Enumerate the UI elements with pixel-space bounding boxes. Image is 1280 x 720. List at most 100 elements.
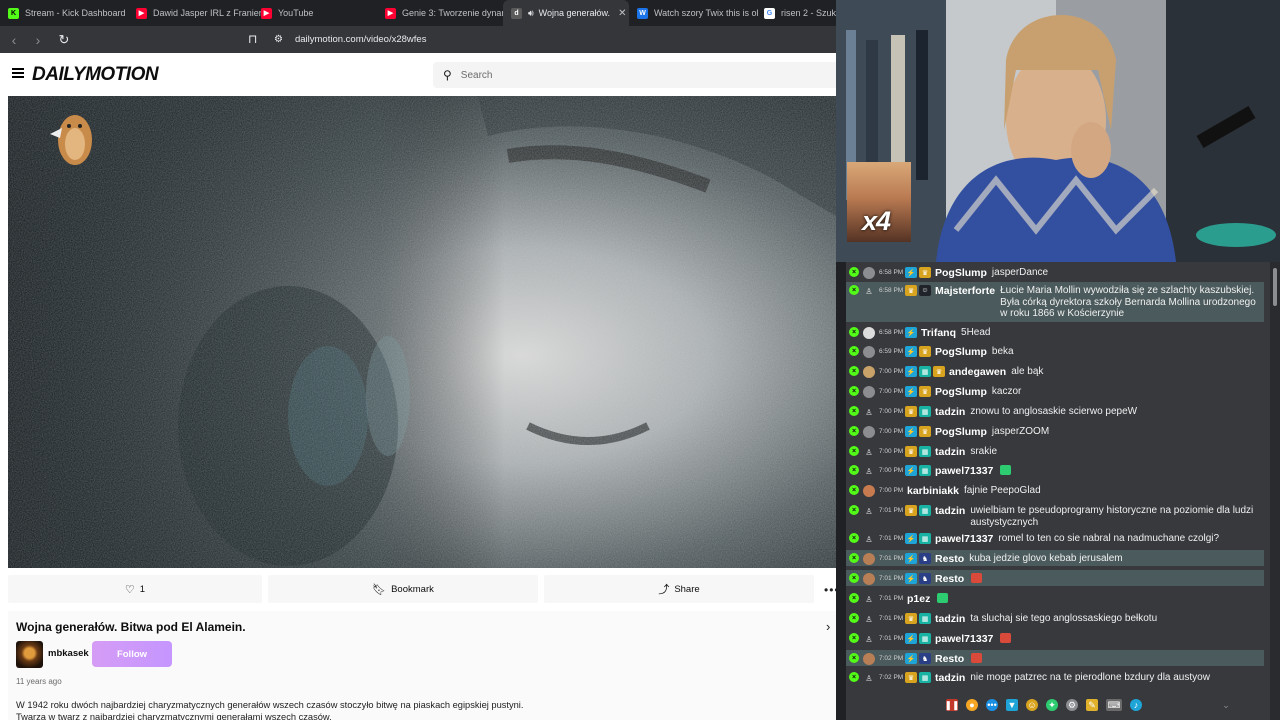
chat-emote-image — [937, 593, 949, 603]
channel-name[interactable]: mbkasek — [48, 648, 89, 659]
menu-icon[interactable] — [12, 68, 24, 78]
user-badge-icon: ♛ — [919, 267, 931, 278]
chat-username[interactable]: PogSlump — [935, 346, 987, 358]
chat-message-text: uwielbiam te pseudoprogramy historyczne … — [970, 505, 1254, 528]
kick-platform-icon: × — [849, 465, 859, 475]
browser-tab-bar: K Stream - Kick Dashboard ▶ Dawid Jasper… — [0, 0, 836, 26]
site-settings-icon[interactable]: ⚙ — [274, 34, 283, 45]
gear-icon[interactable]: ⚙ — [1066, 699, 1078, 711]
chat-username[interactable]: p1ez — [907, 593, 930, 605]
browser-toolbar: ‹ › ↻ ⊓ ⚙ dailymotion.com/video/x28wfes — [0, 26, 836, 53]
tab-google-risen[interactable]: G risen 2 - Szuka — [756, 0, 836, 26]
user-avatar — [863, 267, 875, 279]
chat-scrollbar[interactable] — [1270, 262, 1280, 720]
hamster-overlay-image — [48, 104, 98, 168]
kick-platform-icon: × — [849, 633, 859, 643]
google-icon: G — [764, 7, 775, 19]
user-avatar: ♙ — [865, 634, 873, 644]
message-timestamp: 6:58 PM — [879, 287, 904, 294]
user-badge-icon: ♛ — [905, 285, 917, 296]
chat-username[interactable]: Resto — [935, 653, 964, 665]
chat-message: × ♙ 7:01 PM ♛ ▦ tadzin ta sluchaj sie tego ang… — [846, 610, 1264, 626]
site-logo[interactable]: DAILYMOTION — [32, 64, 159, 86]
chat-username[interactable]: tadzin — [935, 406, 965, 418]
tab-label: Dawid Jasper IRL z Franien — [153, 8, 264, 18]
collapse-icon[interactable]: ⌄ — [1220, 699, 1232, 711]
chat-username[interactable]: Resto — [935, 573, 964, 585]
chat-username[interactable]: tadzin — [935, 613, 965, 625]
chat-message: × ♙ 7:00 PM ♛ ▦ tadzin znowu to anglosaskie sc… — [846, 403, 1264, 419]
chat-username[interactable]: pawel71337 — [935, 465, 993, 477]
more-options-button[interactable]: ••• — [824, 583, 836, 597]
pin-icon[interactable]: ✎ — [1086, 699, 1098, 711]
kick-platform-icon: × — [849, 533, 859, 543]
chat-username[interactable]: tadzin — [935, 672, 965, 684]
tab-watch-szory[interactable]: W Watch szory Twix this is ol — [629, 0, 759, 26]
chat-emote-image — [971, 653, 983, 663]
chat-username[interactable]: tadzin — [935, 446, 965, 458]
tab-youtube-genie[interactable]: ▶ Genie 3: Tworzenie dynam — [377, 0, 509, 26]
badge-icon[interactable]: ✦ — [1046, 699, 1058, 711]
chat-message-text: jasperZOOM — [991, 426, 1050, 437]
url-bar[interactable]: ⚙ dailymotion.com/video/x28wfes — [268, 29, 828, 50]
message-timestamp: 7:00 PM — [879, 368, 904, 375]
chat-message-text: srakie — [970, 446, 998, 457]
tab-kick-dashboard[interactable]: K Stream - Kick Dashboard — [0, 0, 128, 26]
share-button[interactable]: ⤴ Share — [544, 575, 814, 603]
chat-username[interactable]: pawel71337 — [935, 533, 993, 545]
chat-username[interactable]: PogSlump — [935, 426, 987, 438]
user-avatar: ♙ — [865, 673, 873, 683]
bookmark-button[interactable]: 🔖︎ Bookmark — [268, 575, 538, 603]
like-count: 1 — [139, 583, 146, 595]
chat-username[interactable]: Majsterforte — [935, 285, 995, 297]
tab-youtube[interactable]: ▶ YouTube — [253, 0, 377, 26]
chat-username[interactable]: pawel71337 — [935, 633, 993, 645]
channel-avatar[interactable] — [16, 641, 43, 668]
back-arrow-icon[interactable]: ‹ — [4, 32, 24, 48]
chat-username[interactable]: andegawen — [949, 366, 1006, 378]
chat-message-text: fajnie PeepoGlad — [963, 485, 1041, 496]
follow-button[interactable]: Follow — [92, 641, 172, 667]
emoji-icon[interactable]: ☺ — [1026, 699, 1038, 711]
video-player[interactable] — [8, 96, 836, 568]
message-timestamp: 7:00 PM — [879, 388, 904, 395]
close-tab-icon[interactable]: ✕ — [618, 8, 626, 19]
message-timestamp: 7:02 PM — [879, 655, 904, 662]
search-icon: ⚲ — [443, 68, 452, 82]
reload-icon[interactable]: ↻ — [54, 32, 74, 48]
user-badge-icon: ♛ — [905, 672, 917, 683]
kick-platform-icon: × — [849, 267, 859, 277]
chat-message: × 7:01 PM ⚡ ♞ Resto — [846, 570, 1264, 586]
filter-icon[interactable]: ▼ — [1006, 699, 1018, 711]
tab-label: Watch szory Twix this is ol — [654, 8, 759, 18]
tab-dailymotion-active[interactable]: d 🔊︎ Wojna generałów. ✕ — [503, 0, 629, 26]
user-avatar — [863, 346, 875, 358]
chat-username[interactable]: Trifanq — [921, 327, 956, 339]
search-bar[interactable]: ⚲ Search — [433, 62, 836, 88]
kick-platform-icon: × — [849, 653, 859, 663]
kick-platform-icon: × — [849, 485, 859, 495]
chat-message: × 6:58 PM ⚡ Trifanq 5Head — [846, 324, 1264, 340]
chat-panel: × 6:58 PM ⚡ ♛ PogSlump jasperDance × ♙ 6:58 PM ♛ ☺… — [846, 262, 1270, 720]
chat-message: × 6:58 PM ⚡ ♛ PogSlump jasperDance — [846, 264, 1264, 280]
chat-username[interactable]: PogSlump — [935, 386, 987, 398]
bookmark-page-icon[interactable]: ⊓ — [248, 32, 257, 46]
kick-platform-icon: × — [849, 346, 859, 356]
bell-icon[interactable]: ● — [966, 699, 978, 711]
scroll-thumb[interactable] — [1273, 268, 1277, 306]
chat-username[interactable]: karbiniakk — [907, 485, 959, 497]
keyboard-icon[interactable]: ⌨ — [1106, 699, 1122, 711]
chat-username[interactable]: PogSlump — [935, 267, 987, 279]
chat-bubble-icon[interactable]: ••• — [986, 699, 998, 711]
chat-message: × ♙ 7:00 PM ⚡ ▦ pawel71337 — [846, 462, 1264, 478]
chat-username[interactable]: tadzin — [935, 505, 965, 517]
forward-arrow-icon[interactable]: › — [28, 32, 48, 48]
user-badge-icon: ⚡ — [905, 267, 917, 278]
chat-username[interactable]: Resto — [935, 553, 964, 565]
tab-youtube-dawid[interactable]: ▶ Dawid Jasper IRL z Franien — [128, 0, 264, 26]
chat-message: × ♙ 7:01 PM ⚡ ▦ pawel71337 — [846, 630, 1264, 646]
pause-icon[interactable]: ❚❚ — [944, 699, 960, 711]
like-button[interactable]: ♡ 1 — [8, 575, 262, 603]
chevron-right-icon[interactable]: › — [826, 619, 830, 634]
volume-icon[interactable]: ♪ — [1130, 699, 1142, 711]
